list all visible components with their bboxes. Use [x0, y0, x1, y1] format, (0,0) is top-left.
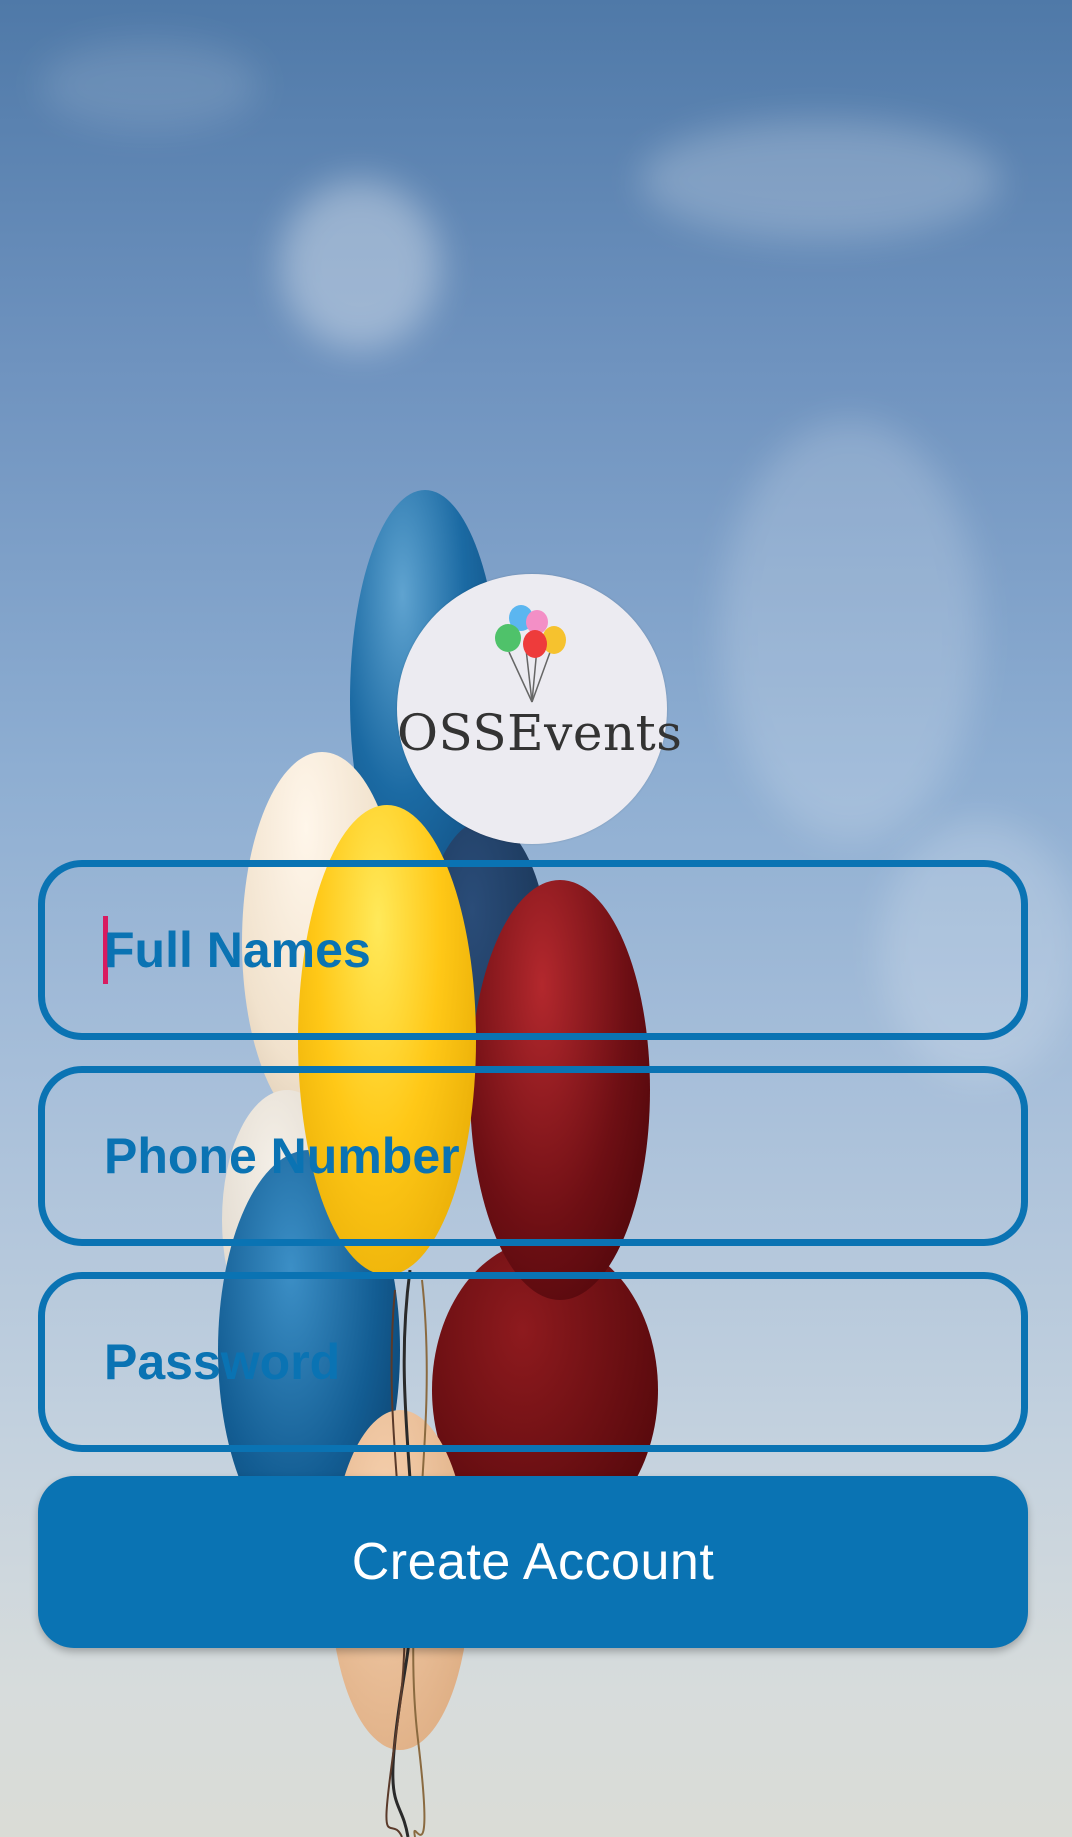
- password-placeholder: Password: [104, 1334, 341, 1390]
- brand-name: OSSEvents: [397, 704, 683, 762]
- phone-number-placeholder: Phone Number: [104, 1128, 460, 1184]
- signup-screen: OSSEvents Full Names Phone Number Passwo…: [0, 0, 1072, 1837]
- background-cloud: [40, 40, 260, 130]
- background-cloud: [640, 120, 1000, 240]
- background-cloud: [720, 420, 980, 840]
- full-names-placeholder: Full Names: [104, 922, 371, 978]
- background-cloud: [280, 180, 440, 350]
- password-field[interactable]: Password: [38, 1272, 1028, 1452]
- create-account-button[interactable]: Create Account: [38, 1476, 1028, 1648]
- full-names-field[interactable]: Full Names: [38, 860, 1028, 1040]
- brand-logo: OSSEvents: [397, 574, 683, 844]
- phone-number-field[interactable]: Phone Number: [38, 1066, 1028, 1246]
